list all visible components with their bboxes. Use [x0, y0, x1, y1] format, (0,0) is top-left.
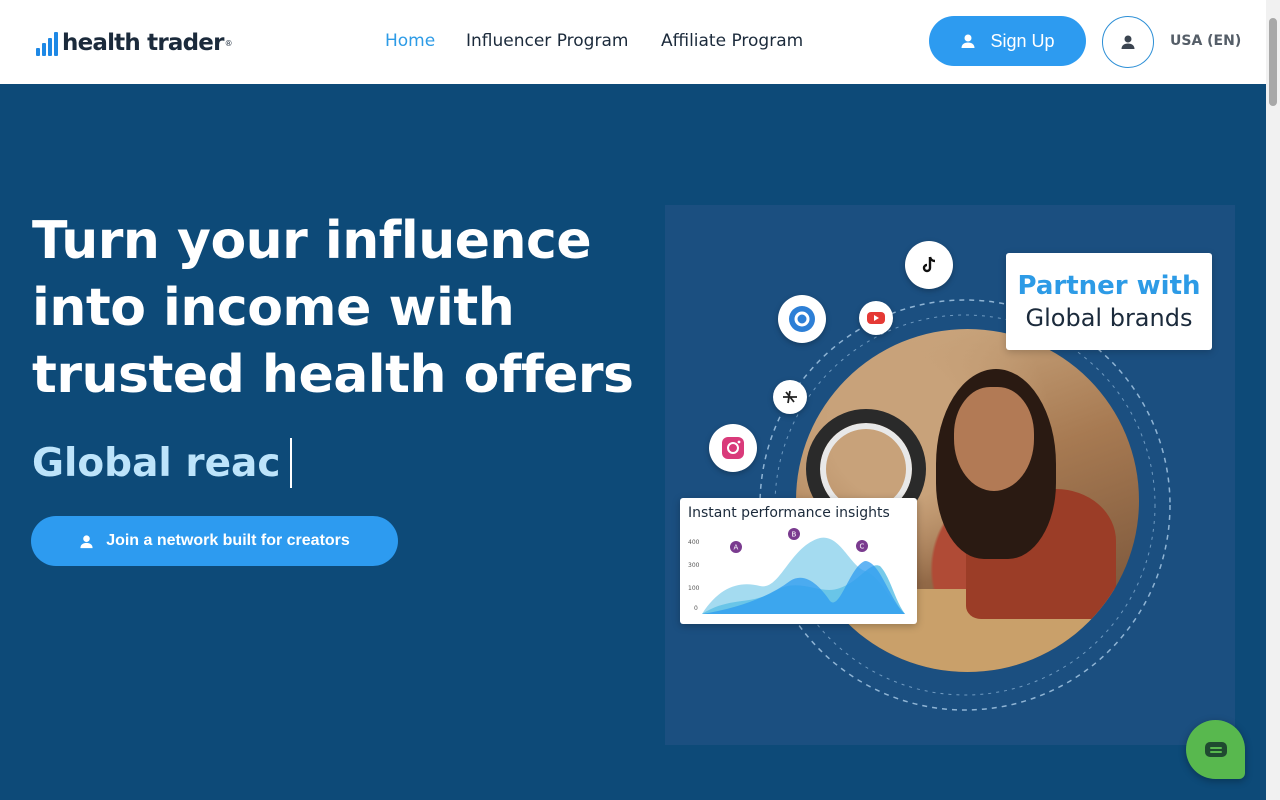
clubhouse-icon — [778, 295, 826, 343]
partner-line-2: Global brands — [1025, 304, 1193, 332]
user-icon — [961, 34, 975, 48]
insights-card: Instant performance insights 400 300 100… — [680, 498, 917, 624]
chart-marker: A — [734, 544, 739, 552]
scrollbar-thumb[interactable] — [1269, 18, 1277, 106]
typed-headline: Global reac — [32, 438, 293, 488]
page-scrollbar[interactable] — [1266, 0, 1280, 800]
chart-marker: C — [860, 543, 865, 551]
locale-selector[interactable]: USA (EN) — [1170, 33, 1241, 49]
instagram-icon — [709, 424, 757, 472]
join-network-button[interactable]: Join a network built for creators — [31, 516, 398, 566]
tiktok-icon — [905, 241, 953, 289]
axis-tick: 100 — [688, 585, 700, 592]
nav-influencer-program[interactable]: Influencer Program — [466, 31, 628, 51]
chart-marker: B — [792, 531, 797, 539]
axis-tick: 300 — [688, 562, 700, 569]
user-icon — [1121, 35, 1135, 49]
hero-title-line: trusted health offers — [32, 345, 634, 405]
sign-up-label: Sign Up — [990, 30, 1055, 51]
threads-icon — [773, 380, 807, 414]
insights-title: Instant performance insights — [688, 505, 890, 521]
chat-widget-button[interactable] — [1186, 720, 1245, 779]
axis-tick: 400 — [688, 539, 700, 546]
hero-title: Turn your influence into income with tru… — [32, 208, 652, 409]
insights-chart: 400 300 100 0 A B C — [688, 528, 905, 614]
join-network-label: Join a network built for creators — [106, 532, 350, 549]
nav-home[interactable]: Home — [385, 31, 435, 51]
nav-affiliate-program[interactable]: Affiliate Program — [661, 31, 803, 51]
creator-face — [954, 387, 1034, 491]
typing-caret — [290, 438, 293, 488]
youtube-icon — [859, 301, 893, 335]
hero-illustration: Partner with Global brands Instant perfo… — [665, 205, 1235, 745]
site-header: health trader ® Home Influencer Program A… — [0, 0, 1266, 84]
partner-card: Partner with Global brands — [1006, 253, 1212, 350]
account-button[interactable] — [1102, 16, 1154, 68]
axis-tick: 0 — [694, 605, 698, 612]
partner-line-1: Partner with — [1017, 271, 1201, 301]
user-icon — [80, 534, 93, 548]
sign-up-button[interactable]: Sign Up — [929, 16, 1086, 66]
typed-text: Global reac — [32, 440, 281, 486]
chat-icon — [1204, 741, 1227, 757]
hero-title-line: Turn your influence — [32, 211, 592, 271]
hero-title-line: into income with — [32, 278, 515, 338]
